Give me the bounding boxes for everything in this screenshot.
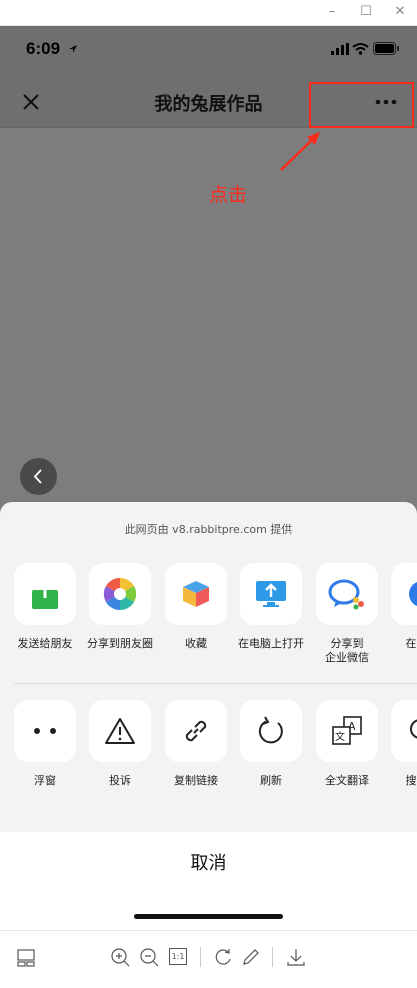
item-label: 收藏 [185, 637, 207, 650]
minimize-icon[interactable]: – [321, 3, 343, 21]
open-on-pc-icon [256, 581, 286, 607]
open-default-browser-button[interactable]: 在默认 中 [384, 563, 417, 665]
status-time: 6:09 [26, 39, 61, 58]
favorite-button[interactable]: 收藏 [158, 563, 234, 651]
translate-button[interactable]: A文 全文翻译 [309, 700, 385, 788]
actual-size-button[interactable]: 1:1 [169, 948, 187, 965]
back-button[interactable] [20, 458, 57, 495]
item-label: 在默认 中 [405, 637, 417, 664]
chevron-left-icon [33, 469, 42, 484]
download-icon[interactable] [286, 947, 306, 967]
home-indicator [134, 914, 283, 919]
float-window-button[interactable]: 浮窗 [7, 700, 83, 788]
translate-icon: A文 [332, 716, 362, 745]
battery-icon [373, 42, 399, 55]
location-arrow-icon [69, 45, 77, 53]
link-icon [185, 720, 207, 742]
item-label: 在电脑上打开 [238, 637, 304, 650]
share-wecom-button[interactable]: 分享到 企业微信 [309, 563, 385, 665]
highlight-box [309, 82, 414, 128]
zoom-in-icon[interactable] [110, 947, 130, 967]
svg-text:文: 文 [335, 730, 345, 743]
report-button[interactable]: 投诉 [82, 700, 158, 788]
open-on-pc-button[interactable]: 在电脑上打开 [233, 563, 309, 651]
warning-icon [105, 718, 135, 744]
copy-link-button[interactable]: 复制链接 [158, 700, 234, 788]
cancel-area: 取消 [0, 832, 417, 930]
rotate-icon[interactable] [213, 947, 233, 967]
close-window-icon[interactable]: ✕ [389, 3, 411, 21]
toolbar-divider [272, 947, 273, 967]
item-label: 全文翻译 [325, 774, 369, 787]
favorite-cube-icon [183, 581, 209, 607]
viewer-toolbar: 1:1 [0, 930, 417, 988]
annotation-label: 点击 [209, 184, 248, 206]
annotation-arrow-icon [280, 132, 320, 171]
search-page-button[interactable]: 搜索页 [384, 700, 417, 788]
toolbar-divider [200, 947, 201, 967]
edit-icon[interactable] [241, 947, 261, 967]
cancel-button[interactable]: 取消 [0, 849, 417, 875]
item-label: 刷新 [260, 774, 282, 787]
item-label: 发送给朋友 [17, 637, 73, 650]
share-row: 发送给朋友 分享到朋友圈 收藏 在电脑上打开 分享到 企业微信 在 [0, 563, 417, 683]
status-bar: 6:09 [0, 26, 417, 74]
action-row: 浮窗 投诉 复制链接 刷新 A文 全文翻译 搜 [0, 700, 417, 820]
item-label: 分享到朋友圈 [87, 637, 153, 650]
refresh-icon [258, 716, 283, 744]
float-window-icon [34, 728, 56, 734]
default-browser-icon [409, 582, 417, 606]
item-label: 浮窗 [34, 774, 56, 787]
window-titlebar: – ☐ ✕ [0, 0, 417, 26]
zoom-out-icon[interactable] [139, 947, 159, 967]
sheet-divider [14, 683, 417, 684]
layout-icon[interactable] [17, 947, 37, 967]
share-moments-button[interactable]: 分享到朋友圈 [82, 563, 158, 651]
moments-icon [103, 577, 137, 611]
item-label: 复制链接 [174, 774, 218, 787]
send-to-friend-icon [32, 578, 58, 609]
item-label: 搜索页 [405, 774, 417, 787]
phone-screen: 6:09 我的兔展作品 点击 此网页由 v8.rabbitpre.com 提供 [0, 26, 417, 930]
wifi-icon [352, 43, 369, 55]
item-label: 投诉 [109, 774, 131, 787]
send-to-friend-button[interactable]: 发送给朋友 [7, 563, 83, 651]
provider-text: 此网页由 v8.rabbitpre.com 提供 [124, 523, 293, 536]
maximize-icon[interactable]: ☐ [355, 3, 377, 21]
wecom-icon [328, 579, 364, 610]
share-sheet: 此网页由 v8.rabbitpre.com 提供 发送给朋友 分享到朋友圈 收藏 [0, 502, 417, 930]
item-label: 分享到 企业微信 [325, 637, 369, 664]
search-page-icon [410, 719, 417, 739]
signal-icon [331, 43, 349, 55]
refresh-button[interactable]: 刷新 [233, 700, 309, 788]
